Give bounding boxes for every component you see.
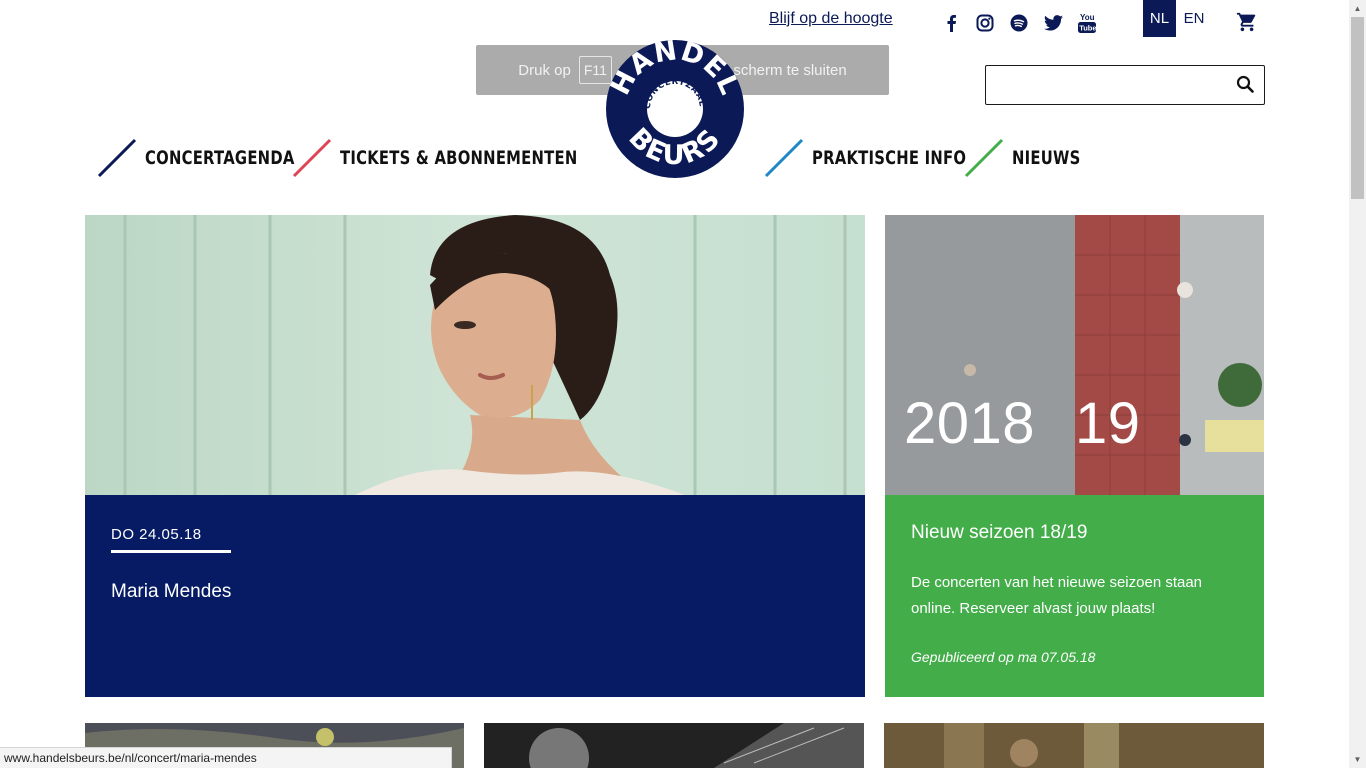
handelsbeurs-logo[interactable]: HANDEL BEURS CONCERTZAAL xyxy=(605,35,744,178)
nav-label: CONCERTAGENDA xyxy=(145,147,295,169)
lang-en-button[interactable]: EN xyxy=(1176,0,1212,37)
toast-prefix: Druk op xyxy=(518,61,571,79)
slash-icon xyxy=(97,138,137,178)
stay-updated-link[interactable]: Blijf op de hoogte xyxy=(769,10,893,28)
date-underline xyxy=(111,550,231,553)
published-date: Gepubliceerd op ma 07.05.18 xyxy=(911,649,1096,665)
nav-tickets[interactable]: TICKETS & ABONNEMENTEN xyxy=(292,136,644,180)
scrollbar-thumb[interactable] xyxy=(1351,17,1364,199)
lang-nl-button[interactable]: NL xyxy=(1143,0,1176,37)
concert-title[interactable]: Maria Mendes xyxy=(111,581,231,603)
nav-nieuws[interactable]: NIEUWS xyxy=(964,136,1100,180)
search-icon[interactable] xyxy=(1236,75,1256,95)
featured-concert-panel[interactable]: DO 24.05.18 Maria Mendes xyxy=(85,495,865,697)
slash-icon xyxy=(964,138,1004,178)
season-panel[interactable]: Nieuw seizoen 18/19 De concerten van het… xyxy=(885,495,1264,697)
slash-icon xyxy=(764,138,804,178)
twitter-icon[interactable] xyxy=(1042,12,1064,34)
scroll-up-icon[interactable]: ▲ xyxy=(1349,0,1366,17)
instagram-icon[interactable] xyxy=(974,12,996,34)
nav-label: PRAKTISCHE INFO xyxy=(812,147,967,169)
season-image[interactable]: 2018 19 xyxy=(885,215,1264,495)
season-year-right: 19 xyxy=(1075,391,1141,456)
nav-label: NIEUWS xyxy=(1012,147,1081,169)
search-box xyxy=(985,65,1265,105)
concert-date: DO 24.05.18 xyxy=(111,526,202,543)
spotify-icon[interactable] xyxy=(1008,12,1030,34)
svg-text:You: You xyxy=(1080,13,1095,22)
slash-icon xyxy=(292,138,332,178)
season-description: De concerten van het nieuwe seizoen staa… xyxy=(911,574,1203,617)
youtube-icon[interactable]: You Tube xyxy=(1076,12,1098,34)
season-title[interactable]: Nieuw seizoen 18/19 xyxy=(911,522,1087,544)
facebook-icon[interactable] xyxy=(940,12,962,34)
season-year-left: 2018 xyxy=(904,391,1036,456)
scroll-down-icon[interactable]: ▼ xyxy=(1349,751,1366,768)
cart-icon[interactable] xyxy=(1236,11,1258,33)
concert-card[interactable] xyxy=(484,723,864,768)
search-input[interactable] xyxy=(994,72,1228,98)
featured-concert-image[interactable] xyxy=(85,215,865,495)
nav-label: TICKETS & ABONNEMENTEN xyxy=(340,147,578,169)
concert-card[interactable] xyxy=(884,723,1264,768)
svg-text:Tube: Tube xyxy=(1079,24,1096,33)
browser-status-bar: www.handelsbeurs.be/nl/concert/maria-men… xyxy=(0,747,452,768)
